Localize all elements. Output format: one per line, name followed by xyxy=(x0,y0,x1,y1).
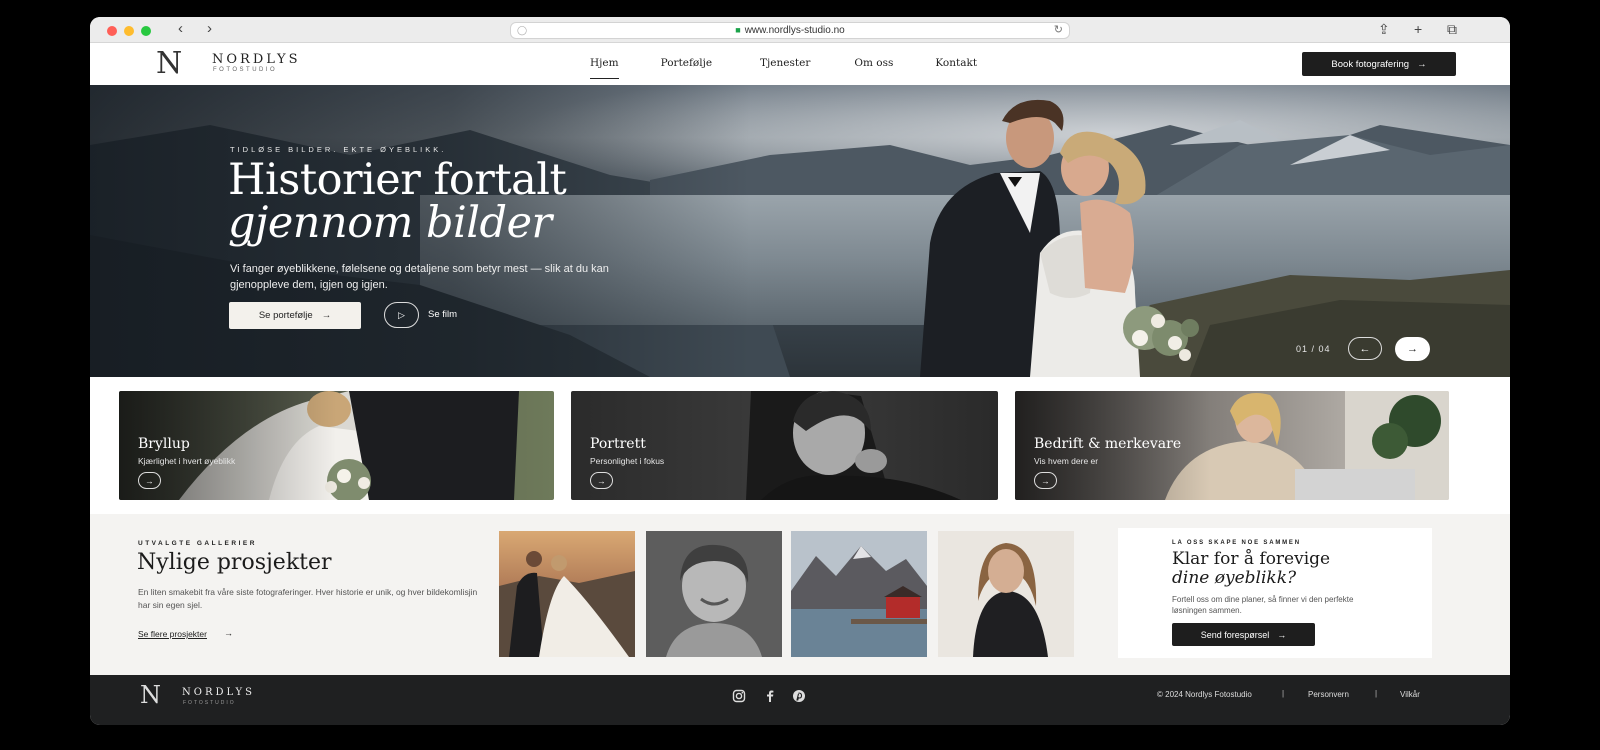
card-subtitle: Kjærlighet i hvert øyeblikk xyxy=(138,456,236,466)
lock-icon: ■ xyxy=(735,25,741,35)
card-title: Bedrift & merkevare xyxy=(1034,436,1182,452)
card-arrow-button[interactable]: → xyxy=(1034,472,1057,489)
facebook-icon[interactable] xyxy=(763,689,777,703)
cta-title-line2: dine øyeblikk? xyxy=(1172,568,1297,588)
project-thumb-landscape[interactable] xyxy=(791,531,927,657)
pinterest-icon[interactable] xyxy=(792,689,806,703)
card-arrow-button[interactable]: → xyxy=(590,472,613,489)
slide-counter: 01 / 04 xyxy=(1296,344,1331,354)
category-cards: Bryllup Kjærlighet i hvert øyeblikk → Po… xyxy=(90,377,1510,514)
project-thumb-child-portrait[interactable] xyxy=(646,531,782,657)
minimize-window-button[interactable] xyxy=(124,26,134,36)
slide-prev-button[interactable]: ← xyxy=(1348,337,1382,360)
send-request-label: Send forespørsel xyxy=(1200,629,1270,640)
fjord-cabin-photo xyxy=(791,531,927,657)
close-window-button[interactable] xyxy=(107,26,117,36)
hero-eyebrow: TIDLØSE BILDER. EKTE ØYEBLIKK. xyxy=(230,145,447,154)
hero-section: TIDLØSE BILDER. EKTE ØYEBLIKK. Historier… xyxy=(90,85,1510,377)
projects-title: Nylige prosjekter xyxy=(137,550,332,575)
arrow-right-icon: → xyxy=(224,628,233,638)
arrow-right-icon: → xyxy=(1277,629,1287,640)
book-photoshoot-button[interactable]: Book fotografering → xyxy=(1302,52,1456,76)
category-card-bryllup[interactable]: Bryllup Kjærlighet i hvert øyeblikk → xyxy=(119,391,554,500)
back-icon[interactable]: ‹ xyxy=(178,21,183,37)
see-film-link[interactable]: Se film xyxy=(428,309,457,320)
arrow-right-icon: → xyxy=(597,475,606,486)
nav-item-om-oss[interactable]: Om oss xyxy=(854,57,893,75)
arrow-right-icon: → xyxy=(1041,475,1050,486)
projects-description: En liten smakebit fra våre siste fotogra… xyxy=(138,587,478,610)
logo-name[interactable]: NORDLYS xyxy=(212,52,301,67)
reload-icon[interactable]: ↻ xyxy=(1054,23,1063,38)
new-tab-icon[interactable]: + xyxy=(1414,21,1422,37)
footer-separator: | xyxy=(1375,689,1378,698)
instagram-icon[interactable] xyxy=(732,689,746,703)
project-thumb-woman-portrait[interactable] xyxy=(938,531,1074,657)
nav-item-kontakt[interactable]: Kontakt xyxy=(935,57,977,75)
woman-portrait-photo xyxy=(938,531,1074,657)
see-portfolio-button[interactable]: Se portefølje → xyxy=(229,302,361,329)
arrow-right-icon: → xyxy=(145,475,154,486)
share-icon[interactable]: ⇪ xyxy=(1378,21,1390,37)
browser-window: ‹ › ◯ ■ www.nordlys-studio.no ↻ ⇪ + ⧉ N N… xyxy=(90,17,1510,725)
privacy-shield-icon: ◯ xyxy=(517,25,528,35)
card-title: Bryllup xyxy=(138,436,190,452)
category-card-portrett[interactable]: Portrett Personlighet i fokus → xyxy=(571,391,998,500)
contact-cta-box: LA OSS SKAPE NOE SAMMEN Klar for å forev… xyxy=(1118,528,1432,658)
forward-icon[interactable]: › xyxy=(207,21,212,37)
site-header: N NORDLYS FOTOSTUDIO Hjem Portefølje Tje… xyxy=(90,43,1510,85)
arrow-right-icon: → xyxy=(321,310,332,321)
send-request-button[interactable]: Send forespørsel → xyxy=(1172,623,1315,646)
arrow-left-icon: ← xyxy=(1359,342,1371,355)
nav-item-hjem[interactable]: Hjem xyxy=(590,57,619,79)
footer-separator: | xyxy=(1282,689,1285,698)
play-icon: ▷ xyxy=(398,309,405,320)
projects-section: UTVALGTE GALLERIER Nylige prosjekter En … xyxy=(90,514,1510,675)
see-more-projects-link[interactable]: Se flere prosjekter xyxy=(138,629,207,639)
child-portrait-photo xyxy=(646,531,782,657)
hero-description: Vi fanger øyeblikkene, følelsene og deta… xyxy=(230,263,609,291)
project-thumb-wedding[interactable] xyxy=(499,531,635,657)
wedding-couple-photo xyxy=(920,99,1199,377)
sunset-wedding-photo xyxy=(499,531,635,657)
cta-title-line1: Klar for å forevige xyxy=(1172,549,1331,569)
footer-logo-name[interactable]: NORDLYS xyxy=(182,687,255,698)
slide-next-button[interactable]: → xyxy=(1395,337,1430,361)
maximize-window-button[interactable] xyxy=(141,26,151,36)
book-photoshoot-label: Book fotografering xyxy=(1331,58,1410,70)
projects-eyebrow: UTVALGTE GALLERIER xyxy=(138,540,257,547)
arrow-right-icon: → xyxy=(1417,58,1427,70)
tab-overview-icon[interactable]: ⧉ xyxy=(1447,21,1457,37)
footer-logo-tagline: FOTOSTUDIO xyxy=(183,700,236,706)
see-portfolio-label: Se portefølje xyxy=(258,310,313,321)
footer-copyright: © 2024 Nordlys Fotostudio xyxy=(1157,690,1252,699)
address-bar[interactable]: ◯ ■ www.nordlys-studio.no ↻ xyxy=(510,22,1070,39)
card-subtitle: Vis hvem dere er xyxy=(1034,456,1099,466)
footer-link-personvern[interactable]: Personvern xyxy=(1308,690,1349,699)
card-subtitle: Personlighet i fokus xyxy=(590,456,665,466)
card-arrow-button[interactable]: → xyxy=(138,472,161,489)
cta-eyebrow: LA OSS SKAPE NOE SAMMEN xyxy=(1172,540,1301,546)
play-film-button[interactable]: ▷ xyxy=(384,302,419,328)
footer-logo-mark[interactable]: N xyxy=(140,683,161,707)
hero-title-line2: gjennom bilder xyxy=(228,198,552,248)
arrow-right-icon: → xyxy=(1407,343,1418,355)
logo-tagline: FOTOSTUDIO xyxy=(213,67,278,73)
card-title: Portrett xyxy=(590,436,646,452)
category-card-bedrift[interactable]: Bedrift & merkevare Vis hvem dere er → xyxy=(1015,391,1449,500)
main-nav: Hjem Portefølje Tjenester Om oss Kontakt xyxy=(590,57,1019,79)
url-text: www.nordlys-studio.no xyxy=(744,25,845,36)
site-footer: N NORDLYS FOTOSTUDIO © 2024 Nordlys Foto… xyxy=(90,675,1510,725)
logo-mark[interactable]: N xyxy=(156,49,192,79)
cta-description: Fortell oss om dine planer, så finner vi… xyxy=(1172,595,1354,615)
nav-item-tjenester[interactable]: Tjenester xyxy=(760,57,810,75)
browser-toolbar: ‹ › ◯ ■ www.nordlys-studio.no ↻ ⇪ + ⧉ xyxy=(90,17,1510,43)
footer-link-vilkar[interactable]: Vilkår xyxy=(1400,690,1420,699)
nav-item-portefolje[interactable]: Portefølje xyxy=(661,57,712,75)
